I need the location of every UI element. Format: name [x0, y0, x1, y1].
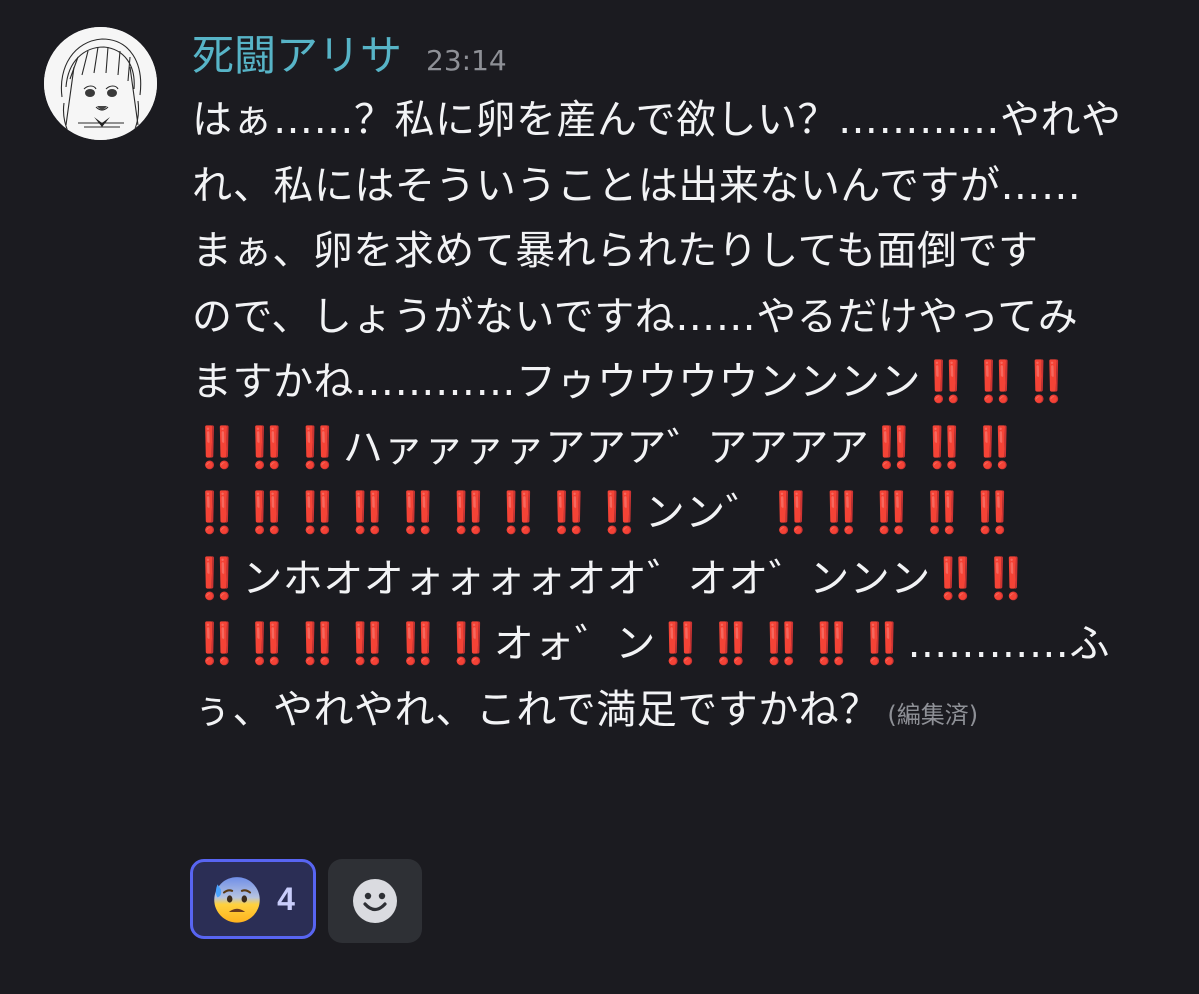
double-exclamation-emoji-run: ‼️‼️‼️	[921, 359, 1072, 405]
username[interactable]: 死闘アリサ	[192, 26, 402, 86]
message-line: れ、私にはそういうことは出来ないんですが……	[192, 154, 1152, 220]
double-exclamation-emoji-run: ‼️‼️‼️	[192, 424, 343, 471]
double-exclamation-emoji-run: ‼️‼️‼️‼️‼️	[766, 490, 1018, 536]
reaction-bar: 4	[190, 859, 422, 943]
anxious-face-with-sweat-icon	[214, 877, 260, 923]
message-text: ンホオオォォォォオオ゛オオ゛ンンン	[242, 555, 931, 602]
avatar[interactable]	[44, 27, 157, 140]
message-line: ぅ、やれやれ、これで満足ですかね？ (編集済)	[192, 678, 1152, 744]
message-text: れ、私にはそういうことは出来ないんですが……	[192, 162, 1082, 209]
message-text: ので、しょうがないですね……やるだけやってみ	[192, 293, 1079, 340]
message-text: …………ふ	[907, 621, 1110, 667]
chat-message: 死闘アリサ 23:14 はぁ……？私に卵を産んで欲しい？…………やれや れ、私には…	[0, 0, 1199, 994]
message-line: ‼️‼️‼️‼️‼️‼️オォ゛ン‼️‼️‼️‼️‼️…………ふ	[192, 612, 1152, 678]
message-line: ‼️ンホオオォォォォオオ゛オオ゛ンンン‼️‼️	[192, 547, 1152, 613]
message-line: ‼️‼️‼️ハァァァァアアア゛アアアア‼️‼️‼️	[192, 416, 1152, 482]
message-line: ので、しょうがないですね……やるだけやってみ	[192, 285, 1152, 351]
message-line: ‼️‼️‼️‼️‼️‼️‼️‼️‼️ンン゛‼️‼️‼️‼️‼️	[192, 481, 1152, 547]
message-text: まぁ、卵を求めて暴れられたりしても面倒です	[192, 228, 1039, 274]
reaction-count: 4	[277, 880, 295, 917]
message-content: はぁ……？私に卵を産んで欲しい？…………やれや れ、私にはそういうことは出来ないん…	[192, 88, 1152, 743]
message-text: ぅ、やれやれ、これで満足ですかね？	[192, 686, 880, 733]
avatar-illustration	[44, 27, 157, 140]
message-header: 死闘アリサ 23:14	[192, 26, 507, 86]
double-exclamation-emoji-run: ‼️‼️‼️	[869, 424, 1021, 471]
double-exclamation-emoji-run: ‼️‼️‼️‼️‼️‼️‼️‼️‼️	[192, 490, 645, 536]
message-line: はぁ……？私に卵を産んで欲しい？…………やれや	[192, 88, 1152, 154]
message-text: ンン゛	[644, 490, 767, 536]
message-text: ますかね…………フゥウウウウンンンン	[192, 359, 921, 405]
smiley-face-icon	[353, 879, 397, 923]
reaction-pill[interactable]: 4	[190, 859, 316, 939]
message-line: ますかね…………フゥウウウウンンンン‼️‼️‼️	[192, 350, 1152, 416]
message-line: まぁ、卵を求めて暴れられたりしても面倒です	[192, 219, 1152, 285]
add-reaction-button[interactable]	[328, 859, 422, 943]
timestamp: 23:14	[426, 44, 507, 77]
message-text: オォ゛ン	[493, 621, 656, 667]
double-exclamation-emoji-run: ‼️‼️	[930, 555, 1032, 602]
double-exclamation-emoji-run: ‼️‼️‼️‼️‼️‼️	[192, 621, 494, 667]
double-exclamation-emoji-run: ‼️‼️‼️‼️‼️	[655, 621, 908, 667]
message-text: ハァァァァアアア゛アアアア	[342, 424, 870, 471]
edited-label: (編集済)	[879, 700, 979, 729]
double-exclamation-emoji-run: ‼️	[192, 555, 243, 602]
message-text: はぁ……？私に卵を産んで欲しい？…………やれや	[192, 97, 1122, 143]
